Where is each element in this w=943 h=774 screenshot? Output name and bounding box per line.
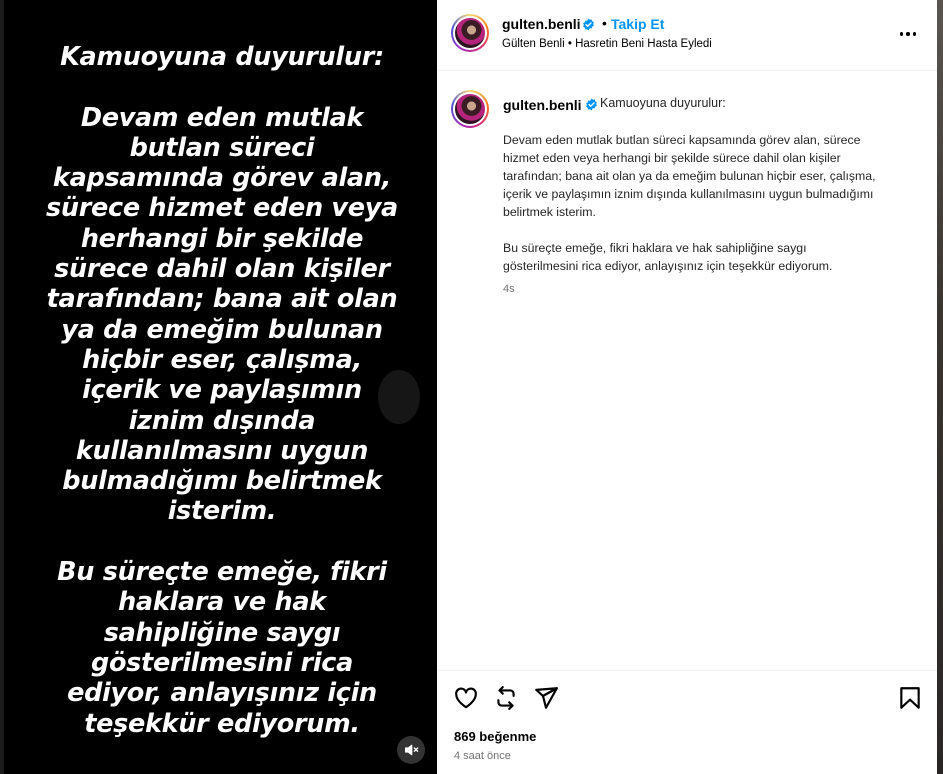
post-media[interactable]: Kamuoyuna duyurulur: Devam eden mutlak b… <box>0 0 437 774</box>
speaker-muted-icon <box>405 744 419 756</box>
post-side-panel: gulten.benli • Takip Et Gülten Benli • H… <box>437 0 937 774</box>
bookmark-icon[interactable] <box>897 685 923 711</box>
media-announcement-text: Kamuoyuna duyurulur: Devam eden mutlak b… <box>46 42 398 739</box>
heart-icon[interactable] <box>453 685 479 711</box>
caption-verified-badge-icon <box>586 98 597 111</box>
more-horizontal-icon <box>899 32 904 36</box>
separator-dot: • <box>602 15 607 31</box>
audio-subline[interactable]: Gülten Benli • Hasretin Beni Hasta Eyled… <box>502 38 712 50</box>
caption-timestamp[interactable]: 4s <box>503 283 515 295</box>
follow-button[interactable]: Takip Et <box>611 16 664 32</box>
verified-badge-icon <box>583 18 594 31</box>
more-options-button[interactable] <box>891 22 925 46</box>
media-edge <box>0 0 4 774</box>
share-icon[interactable] <box>533 685 559 711</box>
caption-username-line: gulten.benli <box>503 97 582 113</box>
caption-first-line: Kamuoyuna duyurulur: <box>600 96 726 110</box>
avatar[interactable] <box>451 14 489 52</box>
caption-username[interactable]: gulten.benli <box>503 97 582 113</box>
caption-avatar[interactable] <box>451 90 489 128</box>
repost-icon[interactable] <box>493 685 519 711</box>
header-username[interactable]: gulten.benli <box>502 16 581 32</box>
comments-area: gulten.benli Kamuoyuna duyurulur: Devam … <box>437 72 937 670</box>
caption-body: Devam eden mutlak butlan süreci kapsamın… <box>503 133 876 273</box>
backdrop-edge <box>937 0 943 774</box>
post-time-ago[interactable]: 4 saat önce <box>454 750 511 762</box>
post-actions: 869 beğenme 4 saat önce <box>437 670 937 774</box>
post-header: gulten.benli • Takip Et Gülten Benli • H… <box>437 0 937 71</box>
likes-count[interactable]: 869 beğenme <box>454 729 536 744</box>
mute-button[interactable] <box>397 736 425 764</box>
